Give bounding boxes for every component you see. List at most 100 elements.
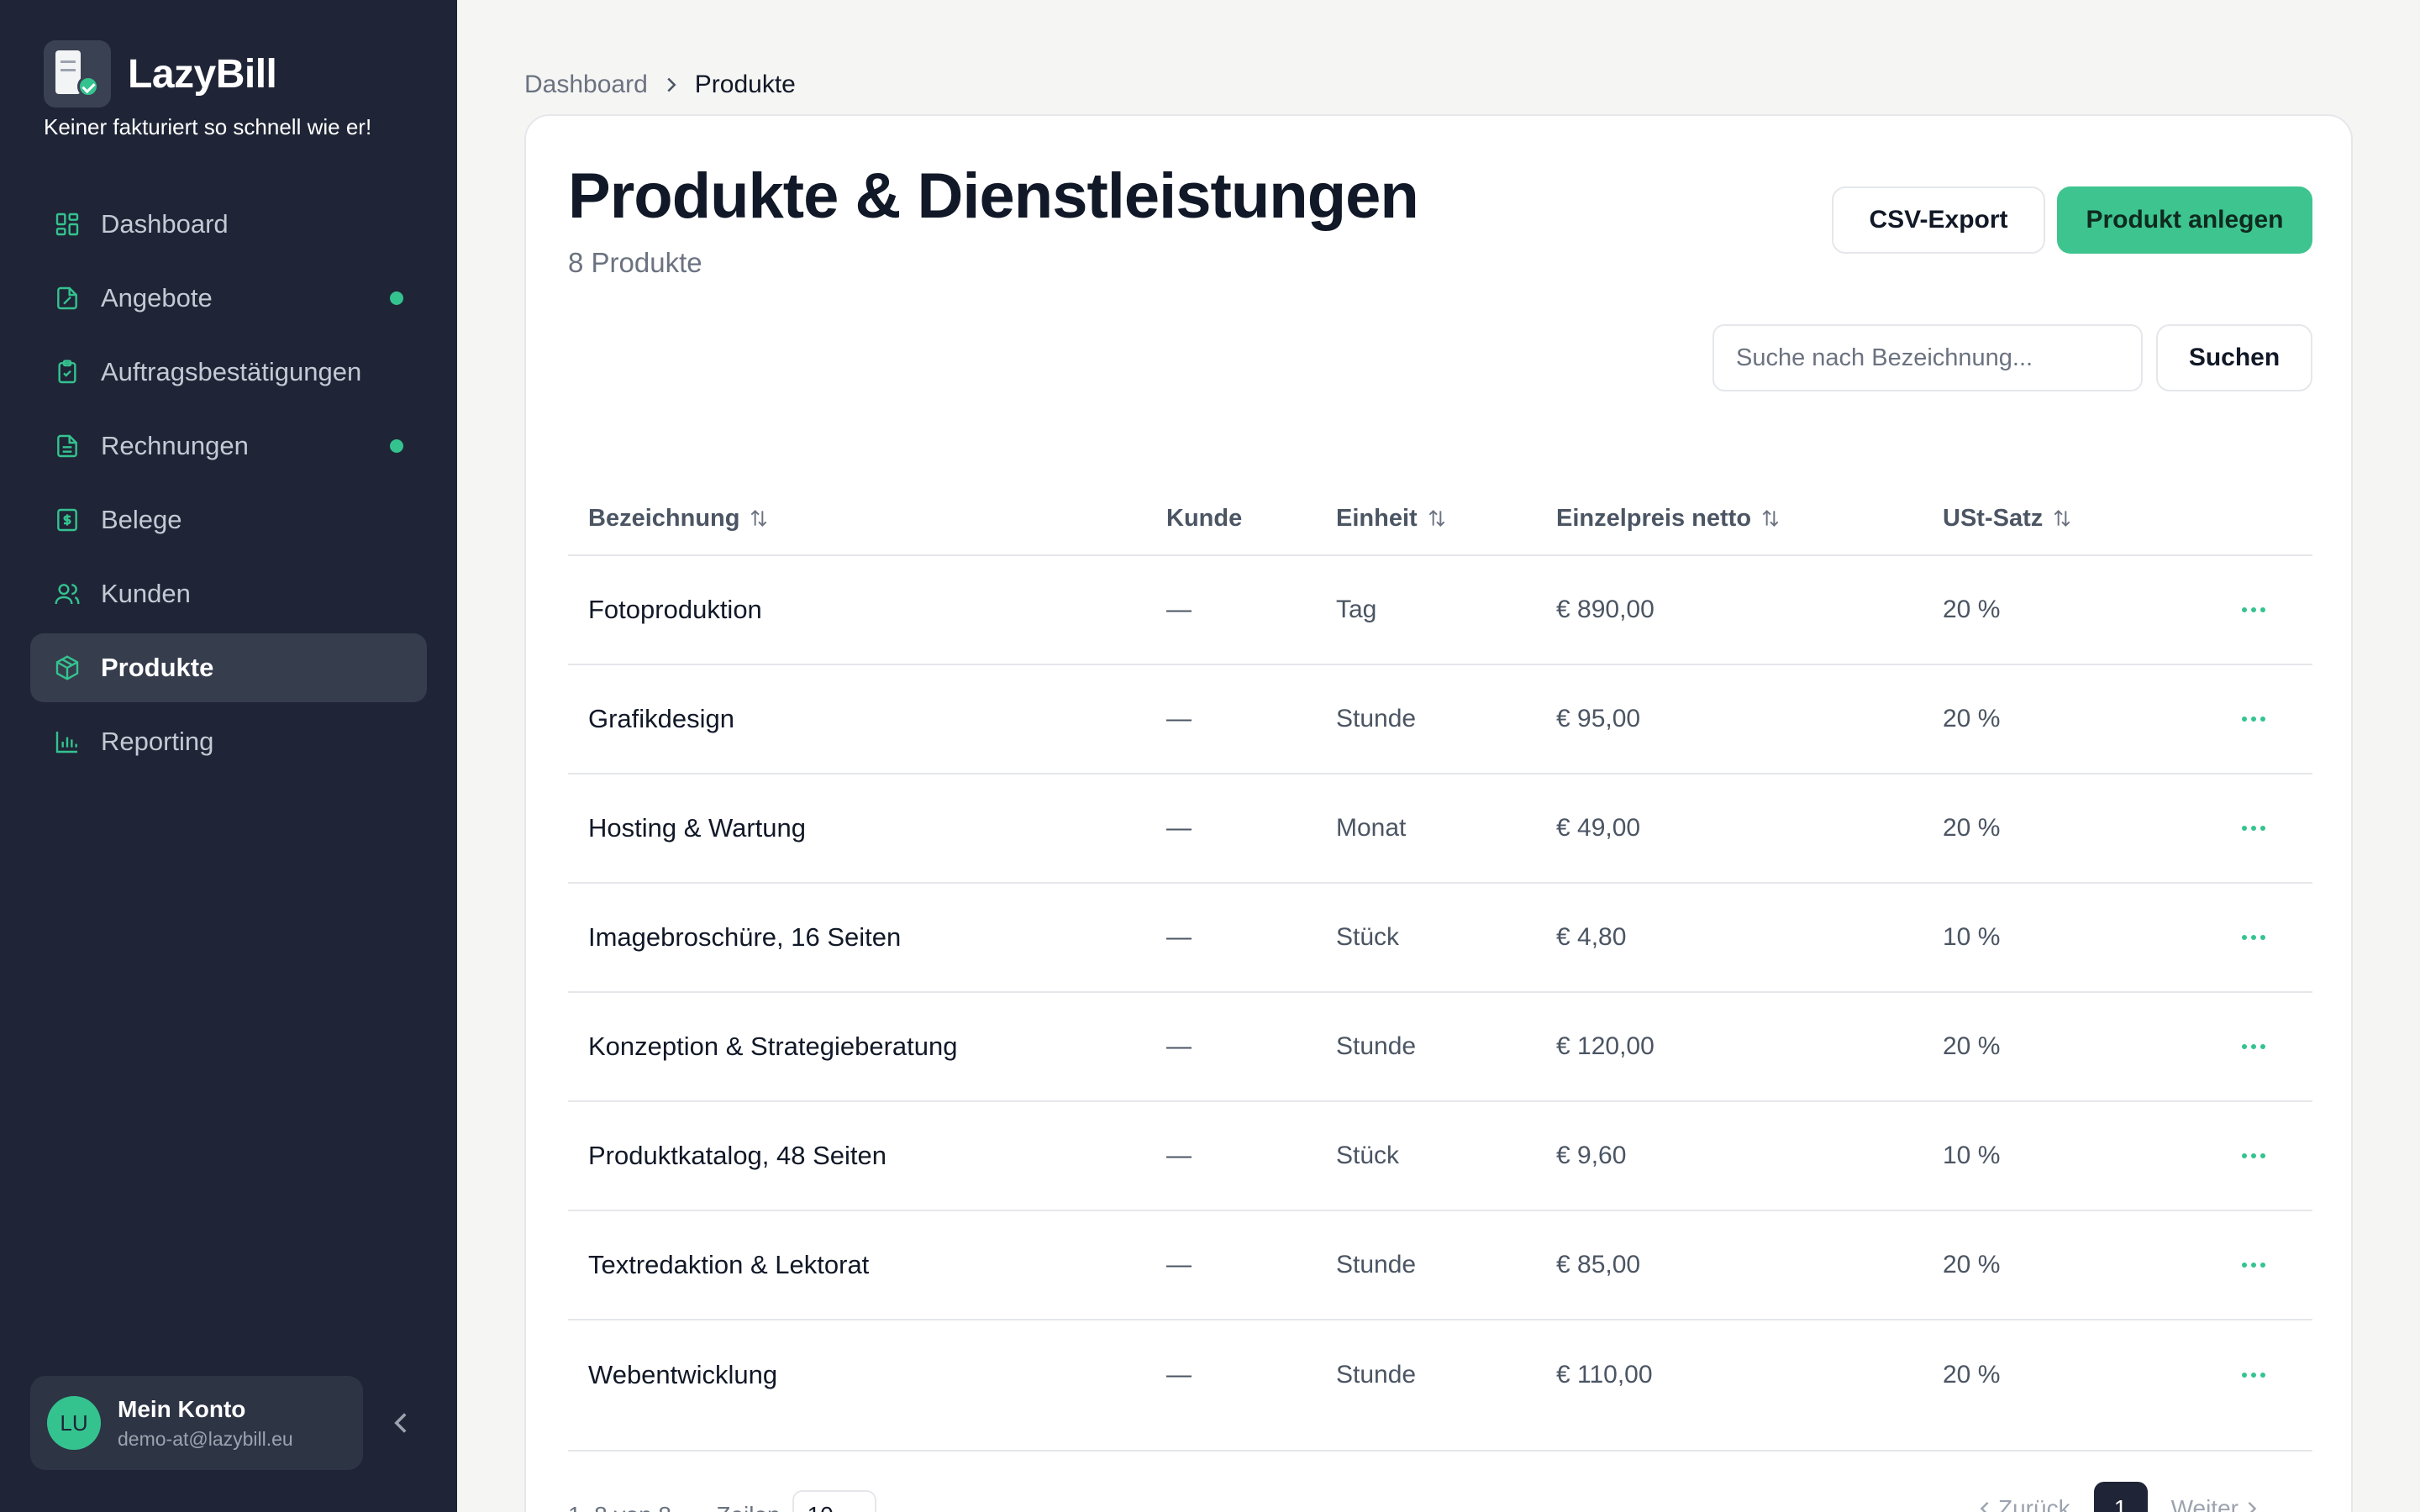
sidebar-item-auftragsbestaetigungen[interactable]: Auftragsbestätigungen: [30, 338, 427, 407]
pagination-info: 1–8 von 8 · Zeilen 10: [568, 1490, 876, 1512]
row-actions-button[interactable]: [2233, 1034, 2275, 1059]
product-unit: Stunde: [1336, 705, 1417, 732]
package-icon: [55, 655, 79, 680]
more-horizontal-icon: [2242, 607, 2265, 612]
row-actions-button[interactable]: [2233, 925, 2275, 950]
product-unit: Stück: [1336, 1142, 1400, 1169]
product-unit: Stück: [1336, 923, 1400, 951]
product-price: € 4,80: [1556, 923, 1627, 951]
breadcrumb-current: Produkte: [694, 71, 796, 98]
brand-tagline: Keiner fakturiert so schnell wie er!: [44, 114, 372, 139]
row-actions-button[interactable]: [2233, 1143, 2275, 1168]
column-header-unit[interactable]: Einheit: [1336, 505, 1556, 533]
chevron-right-icon: [667, 77, 676, 92]
products-table: Bezeichnung Kunde Einheit Einzelpreis ne…: [568, 505, 2312, 1430]
more-horizontal-icon: [2242, 1044, 2265, 1049]
rows-per-page-value: 10: [808, 1502, 834, 1512]
create-product-button[interactable]: Produkt anlegen: [2057, 186, 2312, 254]
collapse-sidebar-button[interactable]: [388, 1406, 413, 1440]
table-row[interactable]: Grafikdesign — Stunde € 95,00 20 %: [568, 665, 2312, 774]
table-row[interactable]: Imagebroschüre, 16 Seiten — Stück € 4,80…: [568, 884, 2312, 993]
product-customer: —: [1166, 923, 1192, 951]
more-horizontal-icon: [2242, 935, 2265, 940]
column-header-label: Kunde: [1166, 504, 1243, 532]
table-row[interactable]: Textredaktion & Lektorat — Stunde € 85,0…: [568, 1211, 2312, 1320]
table-footer-divider: [568, 1450, 2312, 1452]
sidebar-item-kunden[interactable]: Kunden: [30, 559, 427, 628]
column-header-price[interactable]: Einzelpreis netto: [1556, 505, 1943, 533]
product-customer: —: [1166, 1142, 1192, 1169]
sidebar-item-dashboard[interactable]: Dashboard: [30, 190, 427, 259]
previous-page-button[interactable]: Zurück: [1980, 1495, 2070, 1512]
table-row[interactable]: Hosting & Wartung — Monat € 49,00 20 %: [568, 774, 2312, 884]
row-actions-button[interactable]: [2233, 816, 2275, 841]
sidebar-item-label: Belege: [101, 505, 182, 534]
sort-icon: [1762, 509, 1779, 528]
pagination-range: 1–8 von 8: [568, 1502, 671, 1512]
rows-per-page-select[interactable]: 10: [792, 1490, 876, 1512]
sort-icon: [751, 509, 767, 528]
sidebar-item-angebote[interactable]: Angebote: [30, 264, 427, 333]
next-page-button[interactable]: Weiter: [2171, 1495, 2257, 1512]
sidebar-item-label: Dashboard: [101, 209, 229, 239]
product-name: Hosting & Wartung: [588, 813, 807, 843]
search-button[interactable]: Suchen: [2156, 324, 2312, 391]
product-name: Textredaktion & Lektorat: [588, 1250, 870, 1279]
page-button-current[interactable]: 1: [2093, 1482, 2148, 1512]
column-header-customer: Kunde: [1166, 505, 1336, 533]
product-price: € 120,00: [1556, 1032, 1655, 1060]
sidebar-item-label: Produkte: [101, 653, 214, 682]
column-header-label: Einzelpreis netto: [1556, 504, 1752, 532]
product-unit: Monat: [1336, 814, 1407, 842]
search-input[interactable]: [1712, 324, 2143, 391]
more-horizontal-icon: [2242, 1153, 2265, 1158]
product-name: Imagebroschüre, 16 Seiten: [588, 922, 902, 952]
row-actions-button[interactable]: [2233, 1252, 2275, 1278]
sidebar-nav: Dashboard Angebote Auftragsbestätigungen…: [30, 190, 427, 781]
breadcrumb: Dashboard Produkte: [524, 71, 796, 99]
product-customer: —: [1166, 1361, 1192, 1389]
csv-export-button[interactable]: CSV-Export: [1832, 186, 2045, 254]
receipt-icon: [57, 508, 77, 532]
product-vat: 20 %: [1943, 1032, 2001, 1060]
column-header-vat[interactable]: USt-Satz: [1943, 505, 2195, 533]
sidebar-item-produkte[interactable]: Produkte: [30, 633, 427, 702]
product-price: € 9,60: [1556, 1142, 1627, 1169]
table-row[interactable]: Konzeption & Strategieberatung — Stunde …: [568, 993, 2312, 1102]
pagination-nav: Zurück 1 Weiter: [1980, 1482, 2257, 1512]
product-vat: 20 %: [1943, 705, 2001, 732]
table-header: Bezeichnung Kunde Einheit Einzelpreis ne…: [568, 482, 2312, 556]
account-menu[interactable]: LU Mein Konto demo-at@lazybill.eu: [30, 1376, 363, 1470]
product-unit: Tag: [1336, 596, 1377, 623]
product-customer: —: [1166, 814, 1192, 842]
table-row[interactable]: Produktkatalog, 48 Seiten — Stück € 9,60…: [568, 1102, 2312, 1211]
table-row[interactable]: Webentwicklung — Stunde € 110,00 20 %: [568, 1320, 2312, 1430]
sidebar-item-belege[interactable]: Belege: [30, 486, 427, 554]
chevron-left-icon: [394, 1413, 407, 1433]
offer-document-icon: [57, 286, 77, 310]
product-vat: 10 %: [1943, 923, 2001, 951]
sidebar-item-rechnungen[interactable]: Rechnungen: [30, 412, 427, 480]
breadcrumb-dashboard-link[interactable]: Dashboard: [524, 71, 648, 99]
brand[interactable]: LazyBill: [44, 40, 277, 108]
page-title: Produkte & Dienstleistungen: [568, 160, 1419, 232]
product-count: 8 Produkte: [568, 247, 702, 278]
product-price: € 95,00: [1556, 705, 1641, 732]
product-customer: —: [1166, 705, 1192, 732]
row-actions-button[interactable]: [2233, 1362, 2275, 1388]
sidebar-item-reporting[interactable]: Reporting: [30, 707, 427, 776]
users-icon: [55, 584, 80, 605]
sidebar-item-label: Angebote: [101, 283, 213, 312]
sidebar: LazyBill Keiner fakturiert so schnell wi…: [0, 0, 457, 1512]
row-actions-button[interactable]: [2233, 706, 2275, 732]
product-vat: 20 %: [1943, 596, 2001, 623]
row-actions-button[interactable]: [2233, 597, 2275, 622]
column-header-name[interactable]: Bezeichnung: [568, 505, 1166, 533]
column-header-label: Einheit: [1336, 504, 1418, 532]
table-row[interactable]: Fotoproduktion — Tag € 890,00 20 %: [568, 556, 2312, 665]
dashboard-icon: [55, 213, 79, 236]
notification-dot: [390, 439, 403, 453]
product-price: € 890,00: [1556, 596, 1655, 623]
chevron-left-icon: [1980, 1501, 1989, 1512]
avatar: LU: [47, 1396, 101, 1450]
